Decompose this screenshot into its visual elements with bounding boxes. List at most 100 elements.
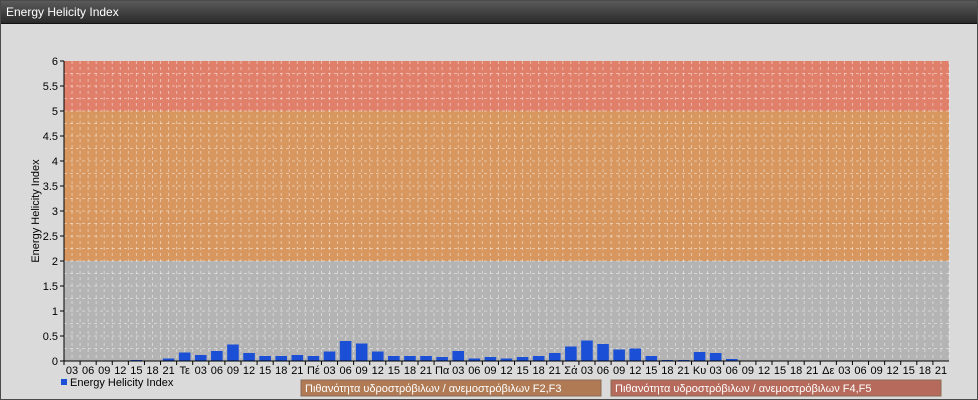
bar [227, 344, 239, 361]
bar [484, 357, 497, 361]
band-layer [1, 24, 977, 399]
x-tick-label: 06 [726, 365, 738, 377]
x-tick-label: 21 [162, 365, 174, 377]
x-tick-label: Κυ [693, 365, 706, 377]
x-tick-label: Τε [179, 365, 190, 377]
chart: 0 0.5 1 1.5 2 2.5 3 3.5 4 4.5 5 5.5 6 03 06 09 12 15 18 21 Τ… [1, 24, 977, 399]
x-tick-label: 06 [468, 365, 480, 377]
bar [581, 340, 593, 361]
x-tick-label: 03 [581, 365, 593, 377]
x-tick-label: 15 [388, 365, 400, 377]
x-tick-label: 21 [677, 365, 689, 377]
bar [516, 357, 529, 361]
x-tick-label: 12 [243, 365, 255, 377]
x-tick-label: Πα [435, 365, 450, 377]
x-tick-label: 09 [98, 365, 110, 377]
y-tick-label: 1.5 [43, 281, 58, 293]
x-tick-label: 15 [903, 365, 915, 377]
x-tick-label: 06 [597, 365, 609, 377]
bar [259, 356, 271, 361]
chart-window: Energy Helicity Index 0 0.5 1 1.5 2 2.5 3 3.5 4 4… [0, 0, 978, 400]
bar [613, 349, 625, 361]
y-tick-label: 6 [52, 56, 58, 68]
x-tick-label: 03 [323, 365, 335, 377]
x-tick-label: 18 [275, 365, 287, 377]
bar [275, 356, 288, 361]
x-tick-label: Σά [564, 365, 578, 377]
y-tick-label: 4 [52, 156, 58, 168]
x-tick-label: 09 [870, 365, 882, 377]
x-tick-label: 21 [549, 365, 561, 377]
x-tick-label: Πέ [307, 365, 320, 377]
bar [178, 352, 191, 361]
bar [709, 353, 722, 361]
y-tick-label: 5.5 [43, 81, 58, 93]
bar [565, 346, 577, 361]
bar [388, 356, 400, 361]
x-tick-label: 06 [339, 365, 351, 377]
bar [548, 353, 561, 361]
band-legend-label-1: Πιθανότητα υδροστρόβιλων / ανεμοστρόβιλω… [615, 383, 872, 395]
y-tick-label: 0.5 [43, 331, 58, 343]
bar [194, 355, 207, 361]
x-tick-label: 12 [758, 365, 770, 377]
x-tick-label: 09 [484, 365, 496, 377]
y-tick-label: 3 [52, 206, 58, 218]
x-tick-label: 09 [227, 365, 239, 377]
bar [693, 352, 706, 361]
bar [436, 357, 448, 361]
legend-swatch [61, 379, 67, 385]
bar [645, 356, 658, 361]
y-tick-label: 4.5 [43, 131, 58, 143]
x-tick-label: 12 [372, 365, 384, 377]
x-tick-label: 12 [114, 365, 126, 377]
x-tick-label: 15 [774, 365, 786, 377]
x-tick-label: 18 [790, 365, 802, 377]
y-tick-label: 0 [52, 356, 58, 368]
y-tick-label: 2 [52, 256, 58, 268]
bar [452, 351, 465, 361]
bar [371, 351, 384, 361]
x-tick-label: 15 [516, 365, 528, 377]
legend-label: Energy Helicity Index [70, 377, 174, 389]
y-tick-label: 2.5 [43, 231, 58, 243]
bar [291, 355, 304, 361]
x-tick-label: 21 [291, 365, 303, 377]
y-tick-label: 3.5 [43, 181, 58, 193]
x-tick-label: 03 [710, 365, 722, 377]
x-tick-label: 06 [82, 365, 94, 377]
bar [355, 343, 368, 361]
band-legend-label-0: Πιθανότητα υδροστρόβιλων / ανεμοστρόβιλω… [305, 383, 562, 395]
x-tick-label: 03 [195, 365, 207, 377]
x-tick-label: Δε [822, 365, 834, 377]
x-tick-label: 09 [613, 365, 625, 377]
x-tick-label: 12 [887, 365, 899, 377]
window-title: Energy Helicity Index [6, 5, 119, 19]
bar [307, 356, 320, 361]
bar [211, 351, 223, 361]
bar [629, 348, 642, 361]
bar [243, 353, 255, 361]
bar [420, 356, 432, 361]
x-tick-label: 06 [211, 365, 223, 377]
x-tick-label: 09 [742, 365, 754, 377]
x-tick-label: 18 [404, 365, 416, 377]
x-tick-label: 21 [806, 365, 818, 377]
y-tick-label: 1 [52, 306, 58, 318]
x-tick-label: 18 [146, 365, 158, 377]
bar [597, 344, 609, 361]
bar [323, 351, 336, 361]
y-tick-label: 5 [52, 106, 58, 118]
x-tick-label: 03 [452, 365, 464, 377]
x-tick-label: 03 [66, 365, 78, 377]
title-bar: Energy Helicity Index [1, 1, 977, 24]
bar [404, 356, 416, 361]
x-tick-label: 21 [935, 365, 947, 377]
x-tick-label: 18 [919, 365, 931, 377]
x-tick-label: 18 [661, 365, 673, 377]
x-tick-label: 18 [533, 365, 545, 377]
x-tick-label: 15 [130, 365, 142, 377]
bar [532, 356, 545, 361]
x-tick-label: 12 [500, 365, 512, 377]
x-tick-label: 03 [838, 365, 850, 377]
